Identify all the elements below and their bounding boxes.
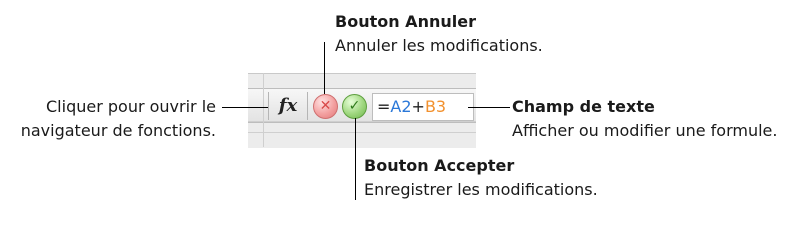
text-field-callout-title: Champ de texte xyxy=(512,97,655,116)
accept-callout-desc: Enregistrer les modifications. xyxy=(364,180,598,199)
functions-callout-line1: Cliquer pour ouvrir le xyxy=(46,97,216,116)
formula-text-field[interactable]: =A2+B3 xyxy=(372,93,474,121)
cancel-leader-vertical xyxy=(324,42,325,94)
functions-leader xyxy=(222,107,268,108)
grid-line xyxy=(248,121,476,122)
text-field-leader xyxy=(468,107,510,108)
accept-leader-vertical xyxy=(355,118,356,200)
text-field-callout-desc: Afficher ou modifier une formule. xyxy=(512,121,778,140)
cancel-callout-desc: Annuler les modifications. xyxy=(335,36,543,55)
text-field-callout: Champ de texte Afficher ou modifier une … xyxy=(512,95,777,143)
checkmark-icon: ✓ xyxy=(348,98,361,114)
cancel-icon: ✕ xyxy=(319,98,332,114)
cancel-callout-title: Bouton Annuler xyxy=(335,12,476,31)
function-browser-button[interactable]: fx xyxy=(268,92,308,120)
accept-button[interactable]: ✓ xyxy=(342,94,367,119)
formula-ref-a2: A2 xyxy=(390,97,412,116)
functions-callout-line2: navigateur de fonctions. xyxy=(20,121,216,140)
cancel-callout: Bouton Annuler Annuler les modifications… xyxy=(335,10,543,58)
accept-callout: Bouton Accepter Enregistrer les modifica… xyxy=(364,154,598,202)
grid-line xyxy=(248,132,476,133)
accept-callout-title: Bouton Accepter xyxy=(364,156,515,175)
grid-line xyxy=(263,73,264,147)
fx-icon: fx xyxy=(278,95,298,116)
formula-operator: + xyxy=(411,97,425,116)
formula-ref-b3: B3 xyxy=(424,97,447,116)
formula-equals: = xyxy=(377,97,391,116)
cancel-button[interactable]: ✕ xyxy=(313,94,338,119)
functions-callout: Cliquer pour ouvrir le navigateur de fon… xyxy=(21,95,216,143)
